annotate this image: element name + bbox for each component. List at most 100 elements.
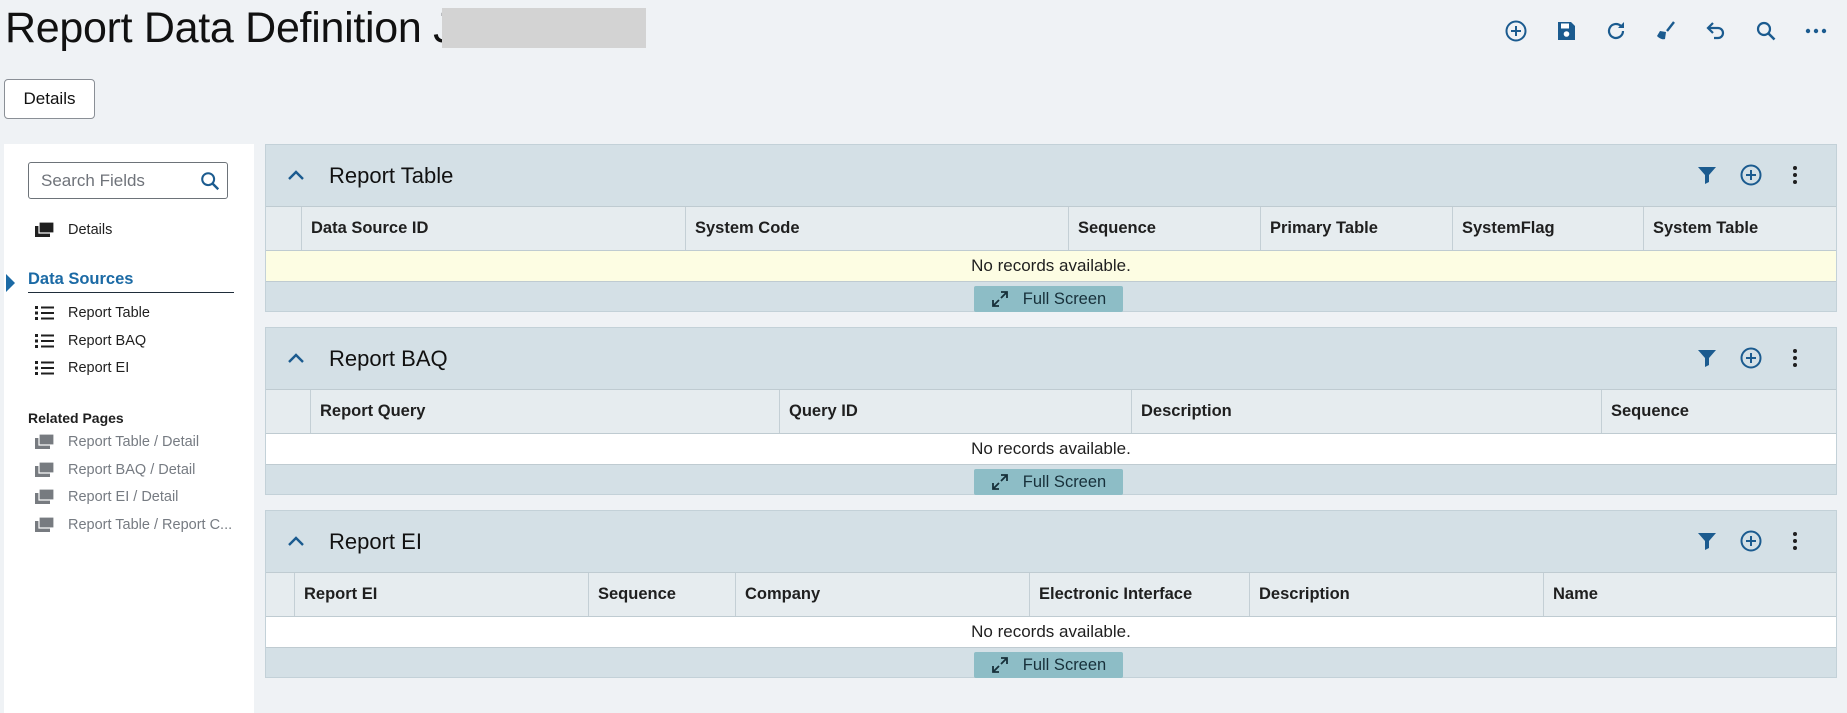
cards-icon [35, 433, 55, 449]
column-header[interactable]: Sequence [589, 573, 736, 616]
add-new-button[interactable] [1497, 14, 1535, 48]
sidebar: Details Data Sources Report Table Report… [4, 144, 254, 713]
undo-button[interactable] [1697, 14, 1735, 48]
column-header[interactable]: Company [736, 573, 1030, 616]
panel-menu-button[interactable] [1782, 528, 1808, 554]
row-selector-column[interactable] [266, 390, 311, 433]
cards-icon [35, 461, 55, 477]
sidebar-item-report-table[interactable]: Report Table [34, 302, 150, 324]
column-header[interactable]: Sequence [1602, 390, 1836, 433]
panel-menu-button[interactable] [1782, 345, 1808, 371]
save-button[interactable] [1547, 14, 1585, 48]
filter-icon [1698, 533, 1716, 550]
filter-button[interactable] [1694, 345, 1720, 371]
sidebar-item-label: Report BAQ [68, 333, 147, 349]
no-records-message: No records available. [266, 434, 1836, 465]
panel-title: Report Table [329, 163, 454, 188]
clear-button[interactable] [1647, 14, 1685, 48]
search-icon [1756, 21, 1776, 41]
related-page-label: Report BAQ / Detail [68, 462, 196, 478]
grid-header: Data Source ID System Code Sequence Prim… [266, 206, 1836, 251]
column-header[interactable]: System Table [1644, 207, 1836, 250]
add-new-icon [1505, 20, 1527, 42]
sidebar-item-label: Report EI [68, 360, 130, 376]
panel-header: Report EI [266, 511, 1836, 572]
page-header: Report Data Definition JT [0, 0, 1847, 70]
column-header[interactable]: Name [1544, 573, 1836, 616]
column-header[interactable]: Description [1132, 390, 1602, 433]
more-options-button[interactable] [1797, 14, 1835, 48]
panel-title: Report EI [329, 529, 422, 554]
cards-icon [35, 488, 55, 504]
clear-icon [1657, 21, 1675, 40]
add-row-button[interactable] [1738, 345, 1764, 371]
full-screen-label: Full Screen [1022, 472, 1107, 491]
related-page-report-baq-detail[interactable]: Report BAQ / Detail [34, 459, 195, 481]
filter-icon [1698, 350, 1716, 367]
panel-tools [1694, 162, 1808, 188]
panel-tools [1694, 345, 1808, 371]
full-screen-label: Full Screen [1022, 289, 1107, 308]
save-icon [1558, 22, 1575, 40]
chevron-up-icon[interactable] [285, 165, 307, 187]
search-icon[interactable] [199, 170, 221, 192]
column-header[interactable]: Electronic Interface [1030, 573, 1250, 616]
panel-report-table: Report Table Data Source ID System Code … [265, 144, 1837, 312]
panel-tools [1694, 528, 1808, 554]
related-page-label: Report Table / Report C... [68, 517, 233, 533]
sidebar-item-label: Report Table [68, 305, 150, 321]
full-screen-label: Full Screen [1022, 655, 1107, 674]
panel-menu-button[interactable] [1782, 162, 1808, 188]
related-page-label: Report EI / Detail [68, 489, 179, 505]
column-header[interactable]: Data Source ID [302, 207, 686, 250]
full-screen-button[interactable]: Full Screen [974, 286, 1123, 312]
column-header[interactable]: Report EI [295, 573, 589, 616]
sidebar-item-report-ei[interactable]: Report EI [34, 357, 129, 379]
undo-icon [1706, 22, 1725, 40]
chevron-up-icon[interactable] [285, 348, 307, 370]
details-tab[interactable]: Details [4, 79, 95, 119]
expand-icon [991, 657, 1008, 673]
chevron-up-icon[interactable] [285, 531, 307, 553]
filter-button[interactable] [1694, 528, 1720, 554]
sidebar-item-report-baq[interactable]: Report BAQ [34, 330, 146, 352]
column-header[interactable]: Description [1250, 573, 1544, 616]
full-screen-button[interactable]: Full Screen [974, 469, 1123, 495]
expand-icon [991, 291, 1008, 307]
search-fields-box[interactable] [28, 162, 228, 199]
filter-icon [1698, 167, 1716, 184]
related-page-report-ei-detail[interactable]: Report EI / Detail [34, 486, 178, 508]
column-header[interactable]: System Code [686, 207, 1069, 250]
add-circle-icon [1740, 164, 1762, 186]
kebab-menu-icon [1793, 349, 1797, 367]
full-screen-button[interactable]: Full Screen [974, 652, 1123, 678]
expand-icon [991, 474, 1008, 490]
sidebar-item-details[interactable]: Details [34, 219, 112, 241]
column-header[interactable]: Primary Table [1261, 207, 1453, 250]
no-records-message: No records available. [266, 617, 1836, 648]
column-header[interactable]: Report Query [311, 390, 780, 433]
page-title: Report Data Definition JT [5, 4, 481, 52]
column-header[interactable]: SystemFlag [1453, 207, 1644, 250]
redacted-region [442, 8, 646, 48]
related-page-report-table-detail[interactable]: Report Table / Detail [34, 431, 199, 453]
filter-button[interactable] [1694, 162, 1720, 188]
column-header[interactable]: Sequence [1069, 207, 1261, 250]
more-options-icon [1805, 28, 1827, 34]
expand-caret-icon [6, 274, 15, 292]
add-row-button[interactable] [1738, 162, 1764, 188]
panel-header: Report Table [266, 145, 1836, 206]
add-row-button[interactable] [1738, 528, 1764, 554]
sidebar-section-data-sources[interactable]: Data Sources [28, 270, 234, 293]
search-button[interactable] [1747, 14, 1785, 48]
panel-title: Report BAQ [329, 346, 448, 371]
add-circle-icon [1740, 530, 1762, 552]
search-fields-input[interactable] [29, 163, 189, 198]
related-page-report-table-report-c[interactable]: Report Table / Report C... [34, 514, 232, 536]
refresh-button[interactable] [1597, 14, 1635, 48]
list-icon [35, 306, 54, 320]
column-header[interactable]: Query ID [780, 390, 1132, 433]
row-selector-column[interactable] [266, 573, 295, 616]
row-selector-column[interactable] [266, 207, 302, 250]
kebab-menu-icon [1793, 166, 1797, 184]
